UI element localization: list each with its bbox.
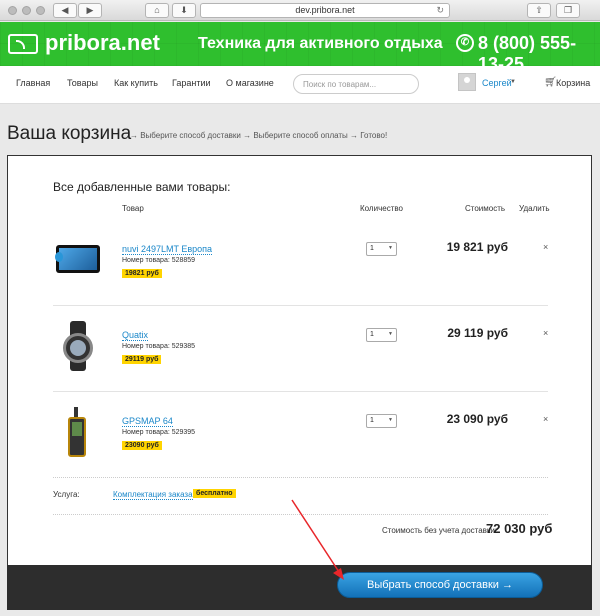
nav-item-guarantee[interactable]: Гарантии (172, 78, 211, 88)
column-header-product: Товар (122, 204, 144, 213)
delete-item-button[interactable]: × (543, 242, 548, 252)
nav-item-products[interactable]: Товары (67, 78, 98, 88)
cart-icon[interactable]: 🛒︎ (544, 77, 557, 88)
phone-icon: ✆ (456, 34, 474, 52)
chevron-down-icon: ▼ (388, 245, 393, 251)
browser-toolbar: ◀ ▶ ⌂ ⬇ dev.pribora.net ↻ ⇧ ❐ (0, 0, 600, 21)
user-menu[interactable]: Сергей (482, 78, 512, 88)
product-sku: Номер товара: 529385 (122, 343, 196, 350)
divider (53, 514, 548, 515)
service-label: Услуга: (53, 490, 80, 499)
page-title: Ваша корзина (7, 123, 132, 144)
checkout-footer: Выбрать способ доставки → (7, 565, 592, 610)
main-nav: Главная Товары Как купить Гарантии О маг… (0, 66, 600, 104)
quantity-select[interactable]: 1 ▼ (366, 328, 397, 342)
product-name-link[interactable]: GPSMAP 64 (122, 416, 173, 427)
site-logo[interactable]: pribora.net (45, 30, 160, 56)
home-icon[interactable]: ⌂ (145, 3, 169, 18)
cart-row: nuvi 2497LMT Европа Номер товара: 528859… (53, 221, 548, 306)
checkout-steps: → Выберите способ доставки → Выберите сп… (130, 131, 388, 140)
choose-delivery-button[interactable]: Выбрать способ доставки → (337, 572, 543, 598)
gps-navigator-icon[interactable] (53, 235, 103, 285)
nav-item-home[interactable]: Главная (16, 78, 50, 88)
free-badge: бесплатно (193, 489, 236, 498)
cart-panel: Все добавленные вами товары: Товар Колич… (7, 155, 592, 565)
maximize-window-button[interactable] (36, 6, 45, 15)
cart-link[interactable]: Корзина (556, 78, 590, 88)
handheld-gps-icon[interactable] (53, 407, 103, 457)
avatar[interactable] (458, 73, 476, 91)
forward-button[interactable]: ▶ (78, 3, 102, 18)
back-button[interactable]: ◀ (53, 3, 77, 18)
item-cost: 23 090 руб (446, 412, 508, 426)
site-slogan: Техника для активного отдыха (198, 35, 443, 52)
delete-item-button[interactable]: × (543, 328, 548, 338)
reload-icon[interactable]: ↻ (436, 4, 444, 17)
tabs-icon[interactable]: ❐ (556, 3, 580, 18)
chevron-down-icon[interactable]: ▼ (510, 79, 516, 85)
close-window-button[interactable] (8, 6, 17, 15)
site-header: pribora.net Техника для активного отдыха… (0, 22, 600, 74)
extension-icon[interactable]: ⬇ (172, 3, 196, 18)
price-badge: 19821 руб (122, 269, 162, 278)
nav-item-about[interactable]: О магазине (226, 78, 274, 88)
share-icon[interactable]: ⇧ (527, 3, 551, 18)
column-header-delete: Удалить (519, 204, 550, 213)
cart-row: GPSMAP 64 Номер товара: 529395 23090 руб… (53, 393, 548, 478)
price-badge: 23090 руб (122, 441, 162, 450)
column-header-cost: Стоимость (465, 204, 506, 213)
nav-item-how-to-buy[interactable]: Как купить (114, 78, 158, 88)
item-cost: 29 119 руб (447, 326, 508, 340)
total-value: 72 030 руб (486, 521, 553, 536)
minimize-window-button[interactable] (22, 6, 31, 15)
item-cost: 19 821 руб (446, 240, 508, 254)
search-input[interactable]: Поиск по товарам... (293, 74, 419, 94)
logo-icon[interactable] (8, 34, 38, 54)
service-link[interactable]: Комплектация заказа (113, 490, 193, 500)
product-name-link[interactable]: nuvi 2497LMT Европа (122, 244, 213, 255)
product-sku: Номер товара: 529395 (122, 429, 196, 436)
cart-heading: Все добавленные вами товары: (53, 180, 231, 194)
quantity-value: 1 (370, 331, 374, 338)
quantity-select[interactable]: 1 ▼ (366, 414, 397, 428)
url-text: dev.pribora.net (295, 5, 355, 15)
price-badge: 29119 руб (122, 355, 162, 364)
chevron-down-icon: ▼ (388, 417, 393, 423)
watch-icon[interactable] (53, 321, 103, 371)
quantity-value: 1 (370, 417, 374, 424)
column-header-quantity: Количество (360, 204, 403, 213)
window-controls (8, 6, 45, 15)
quantity-value: 1 (370, 245, 374, 252)
delete-item-button[interactable]: × (543, 414, 548, 424)
chevron-down-icon: ▼ (388, 331, 393, 337)
product-name-link[interactable]: Quatix (122, 330, 149, 341)
total-label: Стоимость без учета доставки: (382, 526, 498, 535)
address-bar[interactable]: dev.pribora.net ↻ (200, 3, 450, 18)
quantity-select[interactable]: 1 ▼ (366, 242, 397, 256)
cart-row: Quatix Номер товара: 529385 29119 руб 1 ▼… (53, 307, 548, 392)
product-sku: Номер товара: 528859 (122, 257, 196, 264)
